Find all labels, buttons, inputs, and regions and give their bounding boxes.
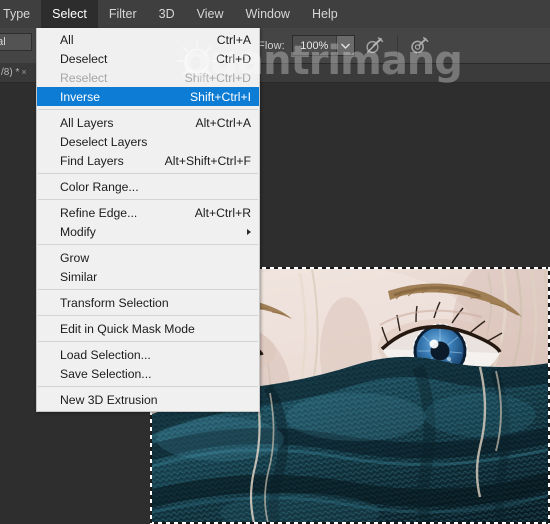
menu-item-label: Transform Selection [60,295,169,310]
menu-item-new-3d-extrusion[interactable]: New 3D Extrusion [37,390,259,409]
menubar-label: Select [52,7,87,21]
menu-item-label: All Layers [60,115,114,130]
menu-item-label: Inverse [60,89,100,104]
menubar-item-3d[interactable]: 3D [148,0,186,28]
menu-item-deselect[interactable]: Deselect Ctrl+D [37,49,259,68]
menu-item-transform-selection[interactable]: Transform Selection [37,293,259,312]
menubar-label: View [196,7,224,21]
menubar-label: Filter [108,7,137,21]
toolbar-separator [396,34,398,57]
menu-item-shortcut: Alt+Shift+Ctrl+F [164,153,251,168]
menu-bar: Type Select Filter 3D View Window Help [0,0,550,28]
menu-item-shortcut: Ctrl+D [216,51,251,66]
menu-item-save-selection[interactable]: Save Selection... [37,364,259,383]
flow-value[interactable]: 100% [292,36,336,55]
document-tab-label: /8) * [1,67,20,78]
menu-item-label: Deselect Layers [60,134,148,149]
chevron-right-icon [247,228,251,235]
close-icon[interactable]: × [19,67,26,77]
menu-item-label: Deselect [60,51,108,66]
menu-divider [38,315,258,316]
menu-item-color-range[interactable]: Color Range... [37,177,259,196]
menu-item-modify[interactable]: Modify [37,222,259,241]
blend-mode-area: nal [0,28,36,63]
menu-item-label: Load Selection... [60,347,151,362]
menu-item-label: Similar [60,269,98,284]
menu-item-shortcut: Ctrl+A [216,32,251,47]
menu-item-shortcut: Shift+Ctrl+I [190,89,251,104]
menu-item-similar[interactable]: Similar [37,267,259,286]
menu-divider [38,244,258,245]
menu-item-label: New 3D Extrusion [60,392,158,407]
photoshop-window: /8) * × Flow: 100% l Type Select Filter … [0,0,550,524]
blend-mode-select[interactable]: nal [0,33,32,51]
menu-divider [38,199,258,200]
document-tab[interactable]: /8) * × [0,63,37,83]
menu-item-label: Save Selection... [60,366,152,381]
menu-item-shortcut: Alt+Ctrl+A [195,115,251,130]
menu-divider [38,386,258,387]
menu-item-all[interactable]: All Ctrl+A [37,30,259,49]
menu-item-all-layers[interactable]: All Layers Alt+Ctrl+A [37,113,259,132]
menubar-item-window[interactable]: Window [235,0,301,28]
menu-item-find-layers[interactable]: Find Layers Alt+Shift+Ctrl+F [37,151,259,170]
flow-input[interactable]: 100% [291,35,355,56]
menu-item-load-selection[interactable]: Load Selection... [37,345,259,364]
menubar-label: 3D [158,7,175,21]
menubar-label: Help [311,7,338,21]
airbrush-pressure-icon[interactable] [407,34,433,58]
menu-item-edit-in-quick-mask-mode[interactable]: Edit in Quick Mask Mode [37,319,259,338]
menu-item-label: Color Range... [60,179,139,194]
menu-item-reselect: Reselect Shift+Ctrl+D [37,68,259,87]
menu-item-label: Find Layers [60,153,124,168]
menubar-item-select[interactable]: Select [41,0,98,28]
menu-item-label: Grow [60,250,90,265]
menubar-item-view[interactable]: View [186,0,235,28]
menu-item-deselect-layers[interactable]: Deselect Layers [37,132,259,151]
menubar-label: Window [245,7,290,21]
menu-item-grow[interactable]: Grow [37,248,259,267]
chevron-down-icon[interactable] [335,36,354,55]
airbrush-disabled-icon[interactable] [362,34,388,58]
menu-item-label: All [60,32,74,47]
menubar-item-type[interactable]: Type [0,0,41,28]
menubar-label: Type [3,7,31,21]
flow-label: Flow: [258,39,285,52]
menu-divider [38,109,258,110]
menu-item-refine-edge[interactable]: Refine Edge... Alt+Ctrl+R [37,203,259,222]
menu-item-label: Refine Edge... [60,205,138,220]
menubar-item-filter[interactable]: Filter [98,0,148,28]
menu-item-shortcut: Shift+Ctrl+D [184,70,251,85]
menubar-item-help[interactable]: Help [301,0,349,28]
menu-divider [38,341,258,342]
menu-item-shortcut: Alt+Ctrl+R [194,205,251,220]
menu-divider [38,289,258,290]
menu-divider [38,173,258,174]
menu-item-label: Edit in Quick Mask Mode [60,321,195,336]
menu-item-inverse[interactable]: Inverse Shift+Ctrl+I [37,87,259,106]
menu-item-label: Reselect [60,70,108,85]
menu-item-label: Modify [60,224,96,239]
select-dropdown-menu: All Ctrl+A Deselect Ctrl+D Reselect Shift+Ctr… [36,28,260,412]
